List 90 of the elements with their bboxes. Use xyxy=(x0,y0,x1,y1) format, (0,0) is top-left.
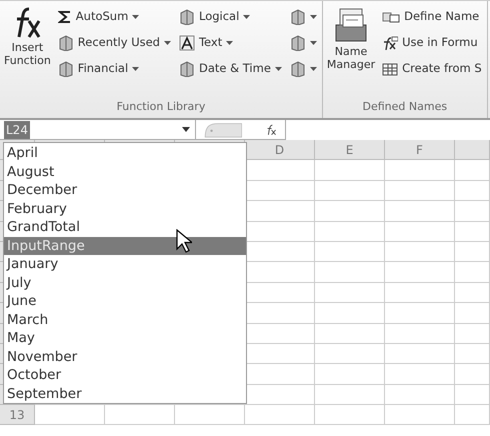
cursor-icon xyxy=(176,229,192,253)
spreadsheet-cell[interactable] xyxy=(455,384,490,406)
spreadsheet-cell[interactable] xyxy=(455,364,490,385)
list-item[interactable]: February xyxy=(4,200,246,218)
list-item[interactable]: GrandTotal xyxy=(4,218,246,236)
list-item[interactable]: August xyxy=(4,162,246,181)
book-icon xyxy=(58,35,74,51)
spreadsheet-cell[interactable] xyxy=(175,405,245,426)
spreadsheet-cell[interactable] xyxy=(315,324,385,344)
group-label: Defined Names xyxy=(362,99,448,115)
spreadsheet-cell[interactable] xyxy=(455,201,490,222)
list-item[interactable]: May xyxy=(4,329,246,348)
list-item[interactable]: June xyxy=(4,292,246,310)
group-label: Function Library xyxy=(116,99,206,115)
ribbon-command[interactable]: Define Name xyxy=(380,6,484,28)
list-item[interactable]: November xyxy=(4,348,246,366)
spreadsheet-cell[interactable] xyxy=(315,344,385,364)
table-icon xyxy=(382,62,398,76)
spreadsheet-cell[interactable] xyxy=(315,222,385,242)
list-item[interactable]: September xyxy=(4,384,246,403)
book-icon xyxy=(290,9,306,25)
spreadsheet-cell[interactable] xyxy=(455,180,490,202)
book-icon xyxy=(178,9,195,25)
spreadsheet-cell[interactable] xyxy=(315,242,385,262)
ribbon-command[interactable]: AutoSum xyxy=(56,6,173,28)
spreadsheet-cell[interactable] xyxy=(385,160,455,181)
spreadsheet-cell[interactable] xyxy=(315,282,385,304)
spreadsheet-cell[interactable] xyxy=(385,303,455,324)
spreadsheet-cell[interactable] xyxy=(315,201,385,222)
spreadsheet-cell[interactable] xyxy=(385,344,455,364)
function-icon xyxy=(266,122,277,136)
spreadsheet-cell[interactable] xyxy=(385,262,455,283)
list-item[interactable]: July xyxy=(4,274,246,292)
list-item[interactable]: March xyxy=(4,310,246,329)
book-icon xyxy=(58,61,74,77)
row-header: 13 xyxy=(0,405,35,426)
spreadsheet-cell[interactable] xyxy=(315,364,385,385)
column-header: F xyxy=(385,140,455,160)
book-icon xyxy=(290,61,306,77)
spreadsheet-cell[interactable] xyxy=(455,324,490,344)
spreadsheet-cell[interactable] xyxy=(385,282,455,304)
spreadsheet-cell[interactable] xyxy=(315,405,385,426)
ribbon-command[interactable]: Financial xyxy=(56,58,173,80)
spreadsheet-cell[interactable] xyxy=(455,405,490,426)
ribbon-command[interactable]: Logical xyxy=(176,6,284,28)
caret-icon xyxy=(182,127,190,132)
column-header: E xyxy=(315,140,385,160)
spreadsheet-cell[interactable] xyxy=(455,282,490,304)
ribbon-command[interactable]: Text xyxy=(176,32,284,54)
spreadsheet-cell[interactable] xyxy=(455,242,490,262)
book-icon xyxy=(290,35,306,51)
text-icon xyxy=(178,35,195,51)
large-button[interactable]: Insert Function xyxy=(3,3,52,98)
spreadsheet-cell[interactable] xyxy=(315,262,385,283)
spreadsheet-cell[interactable] xyxy=(385,242,455,262)
spreadsheet-cell[interactable] xyxy=(35,405,105,426)
formula-input[interactable] xyxy=(284,120,490,140)
spreadsheet-cell[interactable] xyxy=(455,222,490,242)
function-icon xyxy=(382,36,398,50)
spreadsheet-cell[interactable] xyxy=(385,222,455,242)
list-item[interactable]: October xyxy=(4,366,246,384)
spreadsheet-cell[interactable] xyxy=(385,201,455,222)
ribbon-command[interactable]: Date & Time xyxy=(176,58,284,80)
spreadsheet-cell[interactable] xyxy=(455,160,490,181)
spreadsheet-cell[interactable] xyxy=(315,303,385,324)
spreadsheet-cell[interactable] xyxy=(455,262,490,283)
spreadsheet-cell[interactable] xyxy=(105,405,175,426)
spreadsheet-cell[interactable] xyxy=(385,405,455,426)
column-header: D xyxy=(245,140,315,160)
spreadsheet-cell[interactable] xyxy=(315,160,385,181)
spreadsheet-cell[interactable] xyxy=(385,180,455,202)
spreadsheet-cell[interactable] xyxy=(385,324,455,344)
ribbon-command[interactable]: Create from S xyxy=(380,58,484,80)
ribbon-command[interactable]: Use in Formu xyxy=(380,32,484,54)
spreadsheet-cell[interactable] xyxy=(385,384,455,406)
list-item[interactable]: January xyxy=(4,255,246,274)
spreadsheet-cell[interactable] xyxy=(455,344,490,364)
spreadsheet-cell[interactable] xyxy=(455,303,490,324)
book-icon xyxy=(178,61,195,77)
spreadsheet-cell[interactable] xyxy=(315,180,385,202)
column-header xyxy=(455,140,490,160)
spreadsheet-cell[interactable] xyxy=(315,384,385,406)
sigma-icon xyxy=(58,10,72,24)
list-item[interactable]: April xyxy=(4,144,246,162)
spreadsheet-cell[interactable] xyxy=(245,405,315,426)
define-name-icon xyxy=(382,10,400,24)
ribbon-command[interactable]: Recently Used xyxy=(56,32,173,54)
large-button[interactable]: Name Manager xyxy=(326,3,376,98)
spreadsheet-cell[interactable] xyxy=(385,364,455,385)
list-item[interactable]: December xyxy=(4,181,246,200)
